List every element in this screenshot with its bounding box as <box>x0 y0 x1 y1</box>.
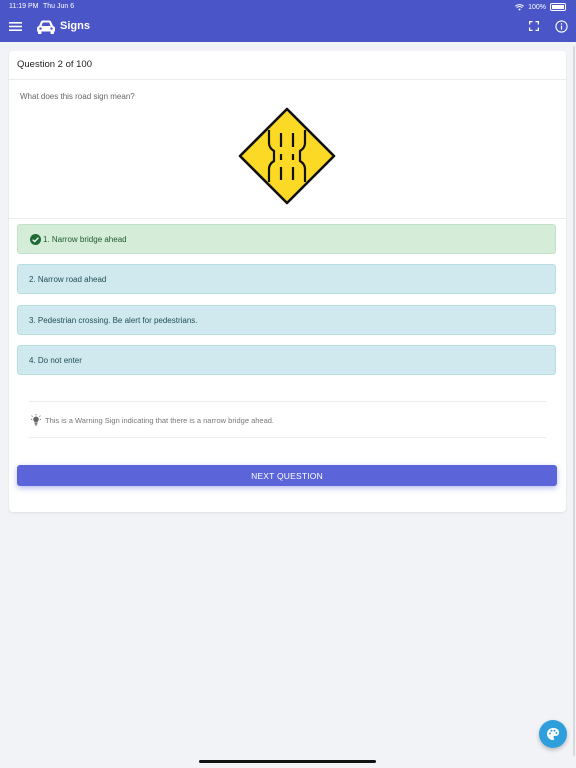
app-header: 11:19 PM Thu Jun 6 100% Signs <box>0 0 576 42</box>
app-title: Signs <box>60 20 90 32</box>
answer-option-3[interactable]: 3. Pedestrian crossing. Be alert for ped… <box>17 305 556 335</box>
check-circle-icon <box>30 233 41 245</box>
explanation: This is a Warning Sign indicating that t… <box>31 414 274 426</box>
theme-palette-button[interactable] <box>539 720 567 748</box>
divider <box>29 437 546 438</box>
divider <box>9 218 566 219</box>
battery-icon <box>550 3 566 11</box>
divider <box>29 401 546 402</box>
answer-option-4[interactable]: 4. Do not enter <box>17 345 556 375</box>
status-right: 100% <box>515 3 566 11</box>
question-counter: Question 2 of 100 <box>17 59 92 70</box>
explanation-text: This is a Warning Sign indicating that t… <box>45 415 275 425</box>
narrow-bridge-sign-icon <box>237 106 337 206</box>
question-card: Question 2 of 100 What does this road si… <box>9 51 566 512</box>
next-question-button[interactable]: NEXT QUESTION <box>17 465 557 486</box>
answer-option-label: 1. Narrow bridge ahead <box>43 234 127 244</box>
answer-option-label: 2. Narrow road ahead <box>29 274 107 284</box>
info-icon[interactable] <box>555 20 568 33</box>
status-time: 11:19 PM <box>9 3 39 10</box>
toolbar: Signs <box>0 14 576 42</box>
answer-option-label: 4. Do not enter <box>29 355 82 365</box>
status-date: Thu Jun 6 <box>43 3 75 10</box>
scrollbar[interactable] <box>573 46 575 756</box>
fullscreen-icon[interactable] <box>528 20 540 32</box>
battery-percent: 100% <box>528 3 546 11</box>
home-indicator <box>199 760 376 763</box>
answer-option-1[interactable]: 1. Narrow bridge ahead <box>17 224 556 254</box>
menu-icon[interactable] <box>8 19 22 33</box>
lightbulb-icon <box>31 414 41 426</box>
answer-option-label: 3. Pedestrian crossing. Be alert for ped… <box>29 315 198 325</box>
card-header: Question 2 of 100 <box>9 51 566 80</box>
status-bar: 11:19 PM Thu Jun 6 100% <box>0 0 576 14</box>
wifi-icon <box>515 3 525 11</box>
question-prompt: What does this road sign mean? <box>20 92 135 101</box>
car-icon <box>36 18 56 36</box>
palette-icon <box>547 728 559 740</box>
answer-option-2[interactable]: 2. Narrow road ahead <box>17 264 556 294</box>
